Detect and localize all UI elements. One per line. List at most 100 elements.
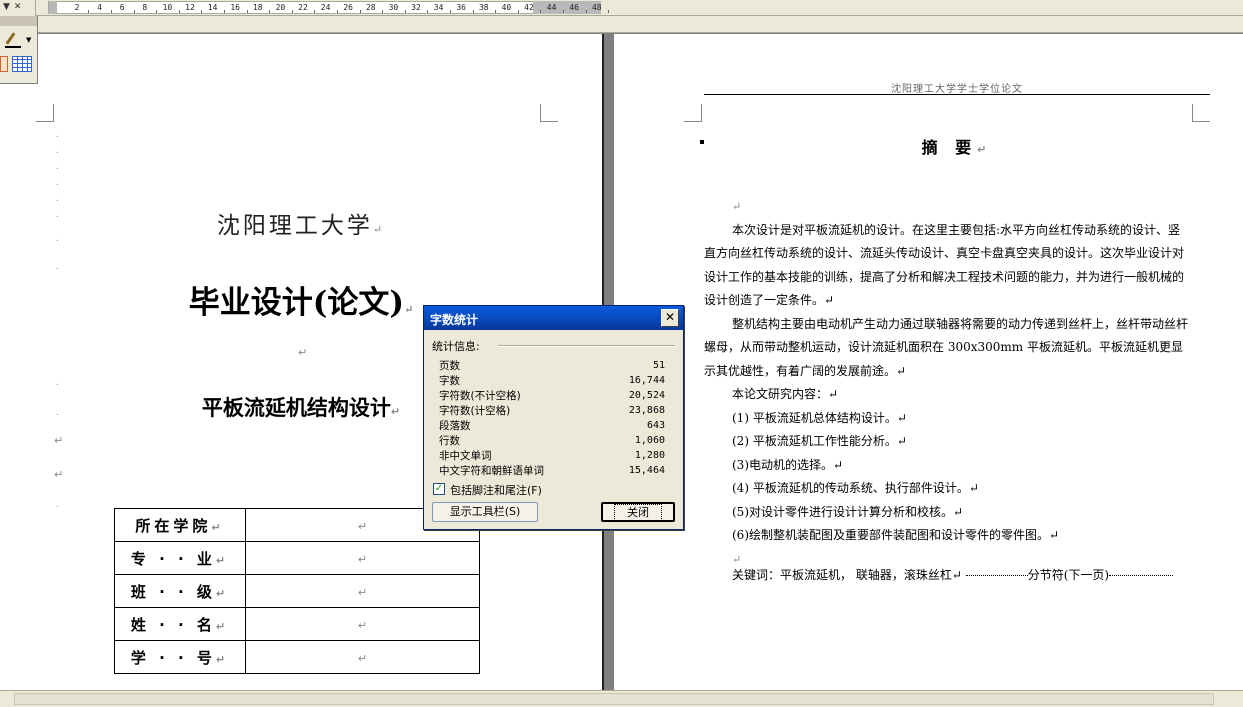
table-label-cell[interactable]: 姓 · · 名↵ <box>114 607 246 641</box>
stat-label: 字符数(不计空格) <box>439 389 521 402</box>
table-value-cell[interactable]: ↵ <box>245 541 480 575</box>
floating-drawing-toolbar[interactable]: ▼ <box>0 16 38 84</box>
ruler-tick-mark <box>608 10 610 13</box>
keywords-value: 平板流延机， 联轴器，滚珠丝杠↵ <box>780 568 962 582</box>
ruler-tick-label: 28 <box>365 3 376 12</box>
paragraph-mark: ↵ <box>298 346 308 359</box>
stat-value: 51 <box>652 359 665 371</box>
ruler-tick-label: 46 <box>569 3 580 12</box>
stat-label: 行数 <box>439 434 460 447</box>
para-marker: . <box>56 146 59 156</box>
ruler-tick-label: 32 <box>411 3 421 12</box>
table-row[interactable]: 学 · · 号↵ ↵ <box>114 640 480 674</box>
table-value-cell[interactable]: ↵ <box>245 607 480 641</box>
abstract-body[interactable]: ↵ 本次设计是对平板流延机的设计。在这里主要包括:水平方向丝杠传动系统的设计、竖… <box>704 195 1192 571</box>
abstract-paragraph[interactable]: 整机结构主要由电动机产生动力通过联轴器将需要的动力传递到丝杆上，丝杆带动丝杆螺母… <box>704 313 1192 384</box>
ruler-tick-mark <box>246 10 248 13</box>
ruler-tick-mark <box>314 10 316 13</box>
pen-color-button[interactable] <box>3 30 25 48</box>
ruler-tick-mark <box>562 10 564 13</box>
scrollbar-thumb[interactable] <box>14 693 1214 705</box>
stat-row: 字符数(不计空格) 20,524 <box>439 388 665 403</box>
stat-row: 字数 16,744 <box>439 373 665 388</box>
stat-label: 页数 <box>439 359 460 372</box>
list-item[interactable]: (5)对设计零件进行设计计算分析和校核。↵ <box>704 501 1192 525</box>
ruler-tick-mark <box>449 10 451 13</box>
ruler-tick-label: 20 <box>275 3 286 12</box>
dialog-titlebar[interactable]: 字数统计 ✕ <box>424 306 683 330</box>
ruler-tick-label: 18 <box>252 3 263 12</box>
para-marker: . <box>56 130 59 140</box>
list-item[interactable]: (6)绘制整机装配图及重要部件装配图和设计零件的零件图。↵ <box>704 524 1192 548</box>
list-item[interactable]: (1) 平板流延机总体结构设计。↵ <box>704 407 1192 431</box>
stat-row: 非中文单词 1,280 <box>439 448 665 463</box>
close-button[interactable]: 关闭 <box>601 502 675 522</box>
ruler-tick-mark <box>201 10 203 13</box>
para-marker: . <box>56 162 59 172</box>
table-row[interactable]: 专 · · 业↵ ↵ <box>114 541 480 575</box>
table-label-cell[interactable]: 班 · · 级↵ <box>114 574 246 608</box>
para-marker: . <box>56 262 59 272</box>
paragraph-mark: ↵ <box>732 200 742 213</box>
horizontal-ruler[interactable]: ▼✕ 2 4 6 8 10 12 14 16 18 20 22 24 26 28 30 32 34 36 38 40 4… <box>0 0 1243 16</box>
table-label-cell[interactable]: 所在学院↵ <box>114 508 246 542</box>
ruler-tick-label: 36 <box>456 3 467 12</box>
word-count-dialog[interactable]: 字数统计 ✕ 统计信息: 页数 51 字数 16,744 字符数(不计空格) 20,5… <box>423 305 684 530</box>
keywords-line[interactable]: 关键词：平板流延机， 联轴器，滚珠丝杠↵ 分节符(下一页) <box>732 566 1174 583</box>
page-header[interactable]: 沈阳理工大学学士学位论文 <box>704 80 1210 95</box>
header-rule <box>704 94 1210 95</box>
ruler-tick-mark <box>382 10 384 13</box>
keywords-label: 关键词： <box>732 568 781 582</box>
table-value-cell[interactable]: ↵ <box>245 574 480 608</box>
ruler-tick-label: 48 <box>591 3 602 12</box>
paragraph-mark: ↵ <box>54 468 64 481</box>
ruler-track[interactable]: 2 4 6 8 10 12 14 16 18 20 22 24 26 28 30 32 34 36 38 40 42 44… <box>48 1 610 14</box>
stat-value: 643 <box>646 419 665 431</box>
table-label-cell[interactable]: 专 · · 业↵ <box>114 541 246 575</box>
ruler-tick-label: 4 <box>97 3 103 12</box>
stat-value: 1,060 <box>634 434 665 446</box>
para-marker: . <box>56 500 59 510</box>
abstract-paragraph[interactable]: 本次设计是对平板流延机的设计。在这里主要包括:水平方向丝杠传动系统的设计、竖直方… <box>704 219 1192 313</box>
section-break-dots <box>965 575 1028 576</box>
include-footnotes-label[interactable]: 包括脚注和尾注(F) <box>450 482 542 498</box>
chevron-down-icon[interactable]: ▼ <box>26 36 31 44</box>
ruler-tick-mark <box>269 10 271 13</box>
list-item[interactable]: (2) 平板流延机工作性能分析。↵ <box>704 430 1192 454</box>
color-bar <box>5 46 21 48</box>
abstract-paragraph[interactable]: 本论文研究内容：↵ <box>704 383 1192 407</box>
section-break-label: 分节符(下一页) <box>1027 568 1110 582</box>
table-row[interactable]: 姓 · · 名↵ ↵ <box>114 607 480 641</box>
ruler-tick-mark <box>110 10 112 13</box>
stat-label: 字数 <box>439 374 460 387</box>
group-divider <box>498 345 675 347</box>
table-label-cell[interactable]: 学 · · 号↵ <box>114 640 246 674</box>
ruler-tick-label: 40 <box>501 3 512 12</box>
ruler-tick-label: 14 <box>207 3 218 12</box>
abstract-page[interactable]: 沈阳理工大学学士学位论文 摘 要↵ ↵ 本次设计是对平板流延机的设计。在这里主要… <box>614 34 1243 690</box>
list-item[interactable]: (4) 平板流延机的传动系统、执行部件设计。↵ <box>704 477 1192 501</box>
insert-table-icon[interactable] <box>12 56 32 72</box>
close-icon[interactable]: ✕ <box>661 309 679 327</box>
ruler-tick-mark <box>336 10 338 13</box>
table-draw-icon[interactable] <box>0 56 8 72</box>
ruler-tick-mark <box>133 10 135 13</box>
pen-icon <box>5 32 16 45</box>
ruler-corner-controls[interactable]: ▼✕ <box>0 0 36 16</box>
para-marker: . <box>56 194 59 204</box>
table-value-cell[interactable]: ↵ <box>245 640 480 674</box>
ruler-tick-label: 30 <box>388 3 399 12</box>
stat-value: 23,868 <box>628 404 665 416</box>
list-item[interactable]: (3)电动机的选择。↵ <box>704 454 1192 478</box>
show-toolbar-button[interactable]: 显示工具栏(S) <box>432 502 538 522</box>
dialog-title: 字数统计 <box>430 313 479 327</box>
horizontal-scrollbar[interactable] <box>0 690 1243 707</box>
stat-value: 20,524 <box>628 389 665 401</box>
include-footnotes-checkbox[interactable]: ✓ <box>433 483 445 495</box>
toolbar-drag-handle[interactable] <box>0 16 37 26</box>
student-info-table[interactable]: 所在学院↵ ↵ 专 · · 业↵ ↵ 班 · · 级↵ ↵ 姓 · · 名↵ ↵… <box>114 508 480 674</box>
table-row[interactable]: 班 · · 级↵ ↵ <box>114 574 480 608</box>
toolbar-strip <box>0 16 1243 33</box>
stat-label: 中文字符和朝鲜语单词 <box>439 464 544 477</box>
ruler-tick-label: 8 <box>142 3 148 12</box>
